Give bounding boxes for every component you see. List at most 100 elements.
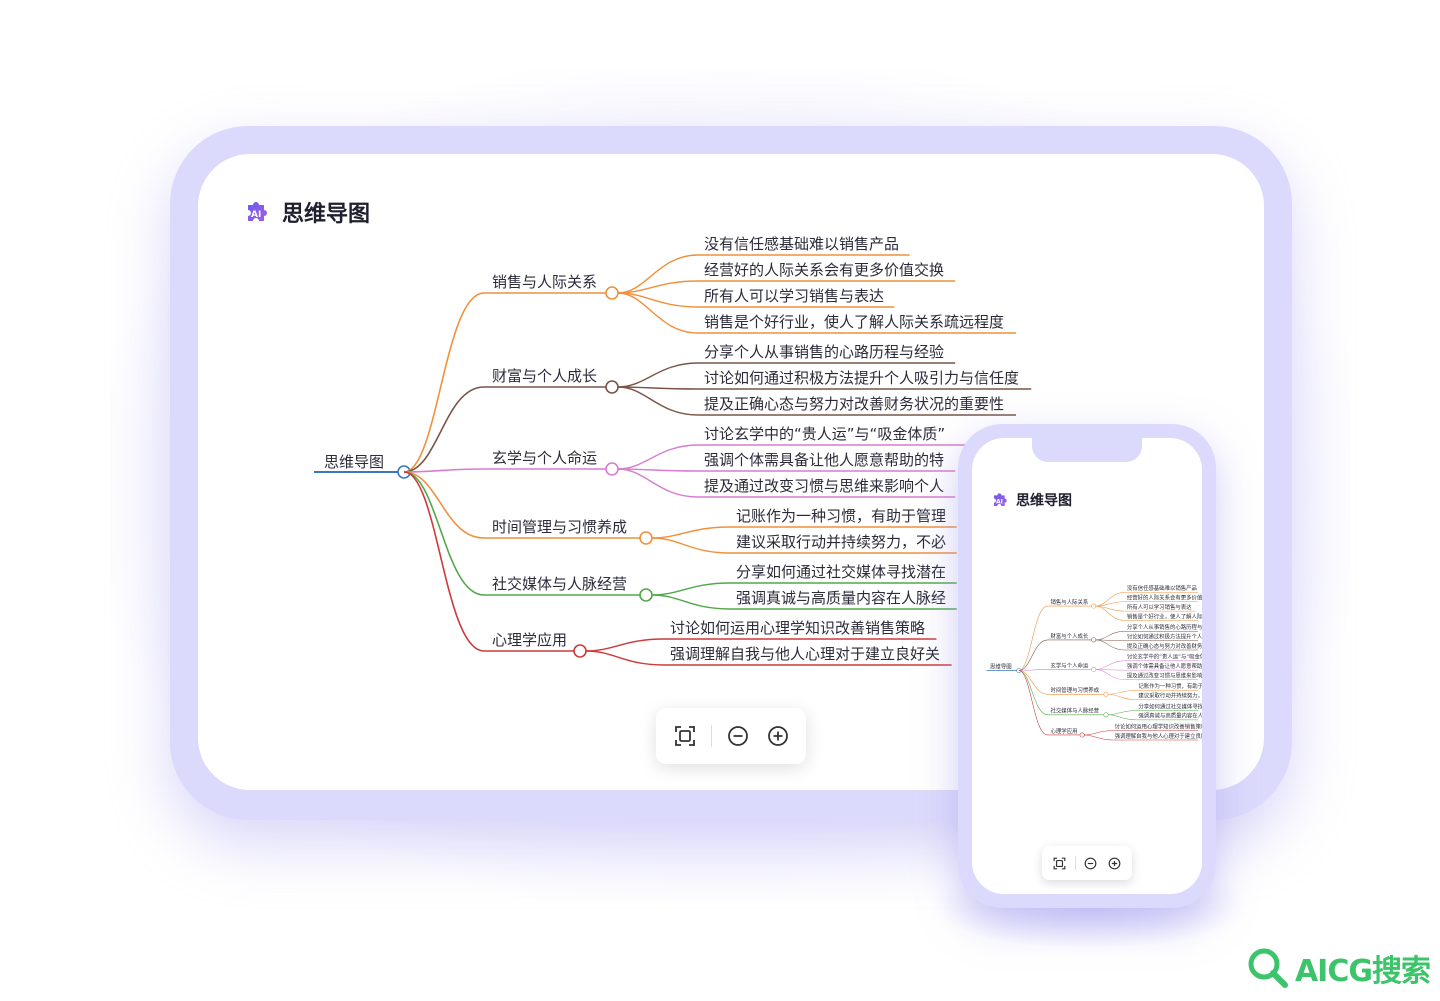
- leaf-connector: [617, 362, 699, 388]
- leaf-connector: [585, 650, 665, 666]
- fit-screen-icon: [1053, 857, 1066, 869]
- leaf-node-label: 讨论如何运用心理学知识改善销售策略: [1115, 722, 1202, 730]
- leaf-connector: [1095, 592, 1125, 607]
- branch-connector: [1018, 670, 1048, 695]
- branch-node-toggle[interactable]: [1103, 691, 1109, 697]
- phone-screen: AI 思维导图 思维导图 销售与人际关系 没有信任感基础难以销售产品 经营好的人际关系…: [972, 438, 1202, 894]
- leaf-node-label: 强调理解自我与他人心理对于建立良好关: [670, 645, 940, 663]
- leaf-connector: [617, 468, 699, 498]
- root-node-label: 思维导图: [990, 663, 1012, 671]
- leaf-node-label: 讨论如何通过积极方法提升个人吸引力与信任度: [1127, 632, 1202, 640]
- leaf-connector: [1084, 734, 1113, 741]
- phone-toolbar-divider: [1074, 856, 1076, 870]
- leaf-node-label: 强调真诚与高质量内容在人脉经: [736, 589, 946, 607]
- leaf-node-label: 强调个体需具备让他人愿意帮助的特: [1127, 662, 1202, 670]
- leaf-node-label: 所有人可以学习销售与表达: [1127, 603, 1192, 611]
- fit-screen-icon: [674, 726, 695, 746]
- leaf-connector: [1108, 710, 1137, 716]
- branch-node-label: 时间管理与习惯养成: [492, 518, 627, 536]
- branch-connector: [1018, 605, 1048, 671]
- phone-zoom-out-button[interactable]: [1079, 851, 1103, 875]
- leaf-node-label: 没有信任感基础难以销售产品: [704, 235, 899, 253]
- leaf-node-label: 分享个人从事销售的心路历程与经验: [1127, 623, 1202, 631]
- zoom-out-icon: [727, 726, 748, 746]
- branch-node-toggle[interactable]: [1091, 603, 1097, 609]
- leaf-connector: [651, 537, 731, 554]
- branch-node-toggle[interactable]: [1091, 666, 1097, 672]
- zoom-out-icon: [1084, 857, 1097, 869]
- leaf-node-label: 分享如何通过社交媒体寻找潜在: [736, 563, 946, 581]
- zoom-toolbar: [656, 708, 806, 764]
- branch-node-toggle[interactable]: [573, 644, 587, 658]
- leaf-node-label: 强调真诚与高质量内容在人脉经: [1138, 712, 1202, 720]
- leaf-connector: [651, 526, 731, 539]
- branch-node-label: 心理学应用: [1051, 727, 1078, 735]
- leaf-connector: [1084, 730, 1113, 736]
- branch-node-label: 财富与个人成长: [492, 367, 597, 385]
- branch-node-toggle[interactable]: [605, 380, 619, 394]
- branch-node-toggle[interactable]: [605, 286, 619, 300]
- leaf-connector: [617, 292, 699, 334]
- leaf-connector: [1095, 669, 1125, 680]
- branch-connector: [403, 471, 485, 652]
- leaf-node-label: 强调理解自我与他人心理对于建立良好关: [1115, 732, 1202, 740]
- leaf-connector: [651, 594, 731, 610]
- leaf-connector: [617, 254, 699, 294]
- leaf-node-label: 分享个人从事销售的心路历程与经验: [704, 343, 944, 361]
- zoom-in-icon: [1108, 857, 1121, 869]
- branch-node-label: 玄学与个人命运: [1051, 661, 1089, 669]
- aicg-watermark: AICG搜索: [1245, 945, 1431, 991]
- branch-node-label: 社交媒体与人脉经营: [1051, 707, 1100, 715]
- branch-connector: [1018, 669, 1048, 671]
- leaf-connector: [1108, 690, 1137, 695]
- branch-connector: [403, 386, 485, 473]
- phone-fit-screen-button[interactable]: [1048, 851, 1072, 875]
- leaf-connector: [651, 582, 731, 596]
- branch-node-label: 销售与人际关系: [1051, 598, 1089, 606]
- leaf-node-label: 记账作为一种习惯，有助于管理: [1138, 682, 1202, 690]
- zoom-out-button[interactable]: [718, 716, 758, 756]
- branch-node-label: 财富与个人成长: [1051, 632, 1089, 640]
- branch-node-label: 社交媒体与人脉经营: [492, 575, 627, 593]
- branch-connector: [403, 468, 485, 473]
- branch-node-toggle[interactable]: [639, 588, 653, 602]
- leaf-node-label: 讨论如何通过积极方法提升个人吸引力与信任度: [704, 369, 1019, 387]
- leaf-node-label: 记账作为一种习惯，有助于管理: [736, 507, 946, 525]
- branch-node-label: 玄学与个人命运: [492, 449, 597, 467]
- branch-node-toggle[interactable]: [605, 462, 619, 476]
- zoom-in-icon: [767, 726, 788, 746]
- toolbar-divider: [710, 725, 712, 747]
- leaf-node-label: 讨论玄学中的“贵人运”与“吸金体质”: [1127, 653, 1202, 661]
- leaf-connector: [617, 444, 699, 470]
- leaf-node-label: 建议采取行动并持续努力，不必: [736, 533, 946, 551]
- search-magnifier-icon: [1248, 948, 1288, 988]
- leaf-connector: [585, 638, 665, 652]
- branch-node-label: 心理学应用: [492, 631, 567, 649]
- branch-connector: [403, 292, 485, 473]
- fit-screen-button[interactable]: [665, 716, 705, 756]
- branch-node-label: 时间管理与习惯养成: [1051, 686, 1100, 694]
- leaf-connector: [1095, 605, 1125, 621]
- branch-node-toggle[interactable]: [639, 531, 653, 545]
- branch-connector: [403, 471, 485, 539]
- leaf-node-label: 没有信任感基础难以销售产品: [1127, 584, 1197, 592]
- leaf-node-label: 提及正确心态与努力对改善财务状况的重要性: [704, 395, 1004, 413]
- leaf-node-label: 经营好的人际关系会有更多价值交换: [704, 261, 944, 279]
- branch-node-toggle[interactable]: [1103, 712, 1109, 718]
- leaf-node-label: 所有人可以学习销售与表达: [704, 287, 884, 305]
- branch-node-label: 销售与人际关系: [492, 273, 597, 291]
- leaf-node-label: 销售是个好行业，使人了解人际关系疏远程度: [704, 313, 1004, 331]
- phone-zoom-in-button[interactable]: [1103, 851, 1127, 875]
- root-node-label: 思维导图: [324, 453, 384, 471]
- branch-node-toggle[interactable]: [1079, 732, 1085, 738]
- phone-device: AI 思维导图 思维导图 销售与人际关系 没有信任感基础难以销售产品 经营好的人际关系…: [958, 424, 1216, 908]
- leaf-connector: [1095, 605, 1125, 612]
- leaf-node-label: 提及通过改变习惯与思维来影响个人: [1127, 671, 1202, 679]
- leaf-connector: [617, 386, 699, 416]
- leaf-node-label: 建议采取行动并持续努力，不必: [1138, 692, 1202, 700]
- watermark-text: AICG搜索: [1294, 954, 1431, 989]
- branch-connector: [1018, 670, 1048, 716]
- zoom-in-button[interactable]: [758, 716, 798, 756]
- leaf-connector: [1108, 714, 1137, 721]
- branch-node-toggle[interactable]: [1091, 637, 1097, 643]
